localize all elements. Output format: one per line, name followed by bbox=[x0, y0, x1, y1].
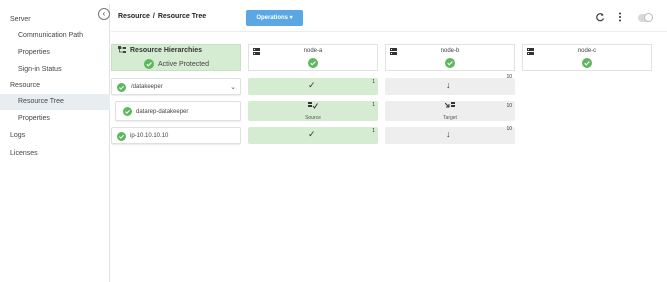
sidebar-item-resource-tree[interactable]: Resource Tree bbox=[0, 94, 110, 110]
sidebar-item-server[interactable]: Server bbox=[0, 12, 110, 28]
sidebar-item-resource-properties[interactable]: Properties bbox=[0, 111, 110, 127]
breadcrumb-root[interactable]: Resource bbox=[118, 13, 150, 20]
breadcrumb-separator: / bbox=[152, 13, 155, 20]
sidebar-item-label: Properties bbox=[18, 115, 50, 122]
hierarchy-status-label: Active Protected bbox=[158, 60, 209, 68]
operations-button[interactable]: Operations ▾ bbox=[246, 10, 303, 26]
check-circle-icon bbox=[144, 59, 154, 69]
resource-hierarchies-title: Resource Hierarchies bbox=[118, 46, 202, 54]
resource-hierarchies-label: Resource Hierarchies bbox=[130, 46, 202, 54]
chevron-down-icon[interactable]: ⌄ bbox=[230, 83, 236, 91]
breadcrumb: Resource / Resource Tree bbox=[118, 13, 206, 20]
priority-label: 10 bbox=[506, 74, 512, 80]
sidebar-item-label: Properties bbox=[18, 49, 50, 56]
check-circle-icon bbox=[582, 58, 592, 68]
role-label: Source bbox=[305, 115, 321, 121]
cell-node-b-datakeeper[interactable]: 10 ↓ bbox=[385, 74, 515, 95]
check-circle-icon bbox=[117, 132, 126, 141]
check-icon: ✓ bbox=[308, 129, 316, 139]
resource-row-datarep[interactable]: datarep-datakeeper bbox=[115, 101, 241, 121]
node-name: node-c bbox=[577, 48, 597, 54]
sidebar-item-label: Logs bbox=[10, 132, 26, 139]
resource-label: ip-10.10.10.10 bbox=[130, 133, 169, 139]
header: Resource / Resource Tree Operations ▾ bbox=[111, 4, 667, 32]
node-name: node-a bbox=[303, 48, 323, 54]
sidebar-item-label: Resource bbox=[10, 82, 40, 89]
sidebar-item-logs[interactable]: Logs bbox=[0, 128, 110, 144]
cell-node-b-datarep[interactable]: 10 Target bbox=[385, 101, 515, 121]
mirror-target-icon bbox=[445, 102, 455, 108]
cell-node-a-ip[interactable]: 1 ✓ bbox=[248, 127, 378, 144]
role-label: Target bbox=[443, 115, 457, 121]
sidebar-item-resource[interactable]: Resource bbox=[0, 78, 110, 94]
resource-label: /datakeeper bbox=[131, 84, 163, 90]
chevron-down-icon: ▾ bbox=[289, 15, 293, 21]
resource-row-ip[interactable]: ip-10.10.10.10 bbox=[111, 127, 241, 144]
node-header-a[interactable]: node-a bbox=[248, 44, 378, 71]
sidebar: Server Communication Path Properties Sig… bbox=[0, 4, 110, 282]
check-circle-icon bbox=[308, 58, 318, 68]
node-header-b[interactable]: node-b bbox=[385, 44, 515, 71]
node-name: node-b bbox=[440, 48, 460, 54]
cell-node-a-datakeeper[interactable]: 1 ✓ bbox=[248, 78, 378, 95]
hierarchy-icon bbox=[118, 46, 126, 53]
priority-label: 1 bbox=[372, 102, 375, 108]
toggle-knob bbox=[644, 13, 653, 22]
resource-label: datarep-datakeeper bbox=[136, 109, 189, 115]
hierarchy-status: Active Protected bbox=[144, 59, 209, 69]
arrow-down-icon: ↓ bbox=[446, 129, 451, 139]
priority-label: 10 bbox=[506, 103, 512, 109]
sidebar-item-label: Communication Path bbox=[18, 32, 83, 39]
sidebar-item-sign-in-status[interactable]: Sign-in Status bbox=[0, 62, 110, 78]
refresh-icon[interactable] bbox=[595, 12, 605, 22]
sidebar-item-label: Server bbox=[10, 16, 31, 23]
sidebar-item-licenses[interactable]: Licenses bbox=[0, 146, 110, 162]
sidebar-item-communication-path[interactable]: Communication Path bbox=[0, 28, 110, 44]
priority-label: 10 bbox=[506, 126, 512, 132]
sidebar-item-label: Licenses bbox=[10, 150, 38, 157]
kebab-menu-icon[interactable] bbox=[617, 11, 623, 23]
priority-label: 1 bbox=[372, 79, 375, 85]
arrow-down-icon: ↓ bbox=[446, 80, 451, 90]
sidebar-item-label: Resource Tree bbox=[18, 98, 64, 105]
mirror-source-icon bbox=[308, 102, 318, 109]
resource-row-datakeeper[interactable]: /datakeeper ⌄ bbox=[111, 78, 241, 95]
check-circle-icon bbox=[123, 107, 132, 116]
view-toggle[interactable] bbox=[638, 13, 653, 22]
cell-node-b-ip[interactable]: 10 ↓ bbox=[385, 126, 515, 144]
operations-label: Operations bbox=[256, 15, 288, 21]
priority-label: 1 bbox=[372, 128, 375, 134]
check-circle-icon bbox=[117, 83, 126, 92]
sidebar-item-label: Sign-in Status bbox=[18, 66, 62, 73]
app-root: Server Communication Path Properties Sig… bbox=[0, 0, 667, 282]
cell-node-a-datarep[interactable]: 1 Source bbox=[248, 101, 378, 121]
sidebar-collapse-button[interactable]: ‹ bbox=[98, 8, 110, 20]
breadcrumb-current: Resource Tree bbox=[157, 13, 207, 20]
resource-hierarchies-header: Resource Hierarchies Active Protected bbox=[111, 44, 241, 71]
node-header-c[interactable]: node-c bbox=[522, 44, 652, 71]
check-icon: ✓ bbox=[308, 80, 316, 90]
check-circle-icon bbox=[445, 58, 455, 68]
sidebar-item-server-properties[interactable]: Properties bbox=[0, 45, 110, 61]
